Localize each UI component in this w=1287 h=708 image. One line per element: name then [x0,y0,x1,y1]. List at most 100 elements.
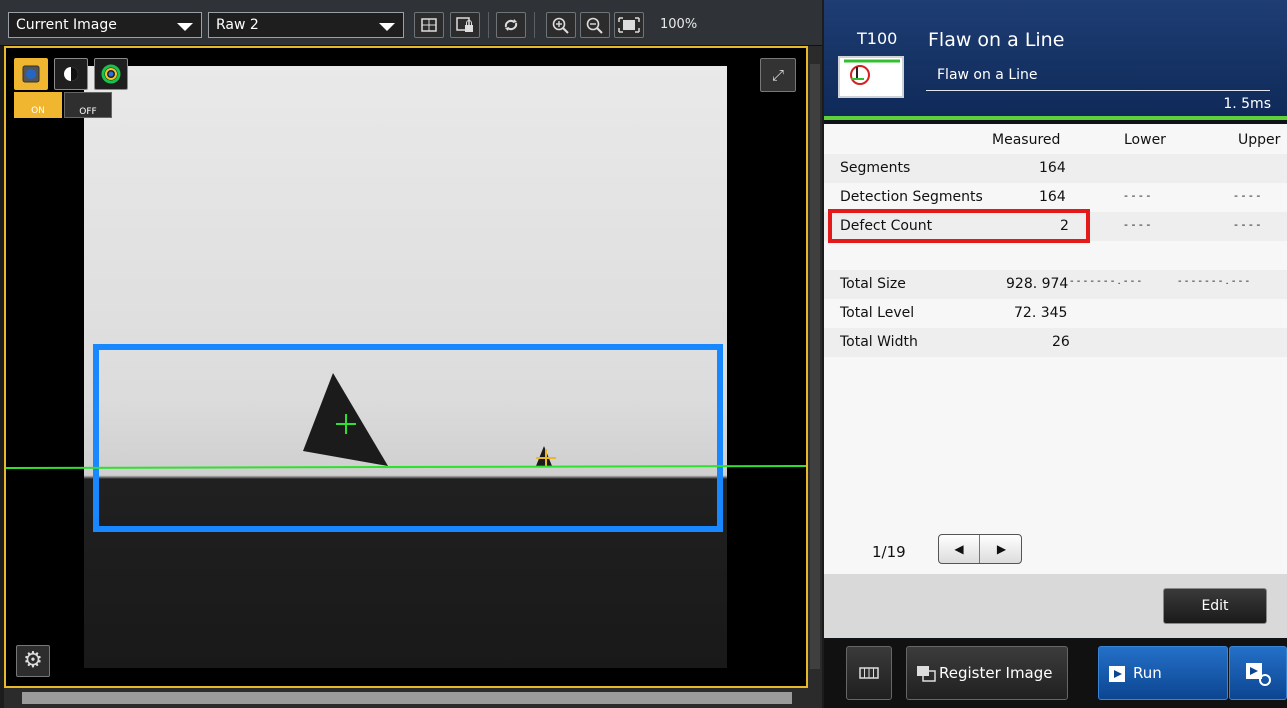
image-source-value: Current Image [16,17,117,33]
refresh-icon [504,19,518,31]
expand-icon: ⤢ [771,66,784,84]
tool-name: Flaw on a Line [928,29,1065,51]
arrow-left-icon: ◀ [954,542,964,556]
flaw-on-line-icon [844,59,900,85]
contrast-icon [64,67,78,81]
table-row[interactable]: Total Width 26 [824,328,1287,357]
image-mode-icon [22,65,40,83]
layout-icon [421,18,437,32]
detection-line [6,465,806,469]
row-label: Detection Segments [840,189,983,205]
row-label: Total Size [840,276,906,292]
color-ring-icon [101,64,121,84]
table-row[interactable]: Total Size 928. 974 - - - - - - - . - - … [824,270,1287,299]
row-lower: - - - - [1124,218,1151,231]
zoom-level: 100% [660,17,698,32]
zoom-in-icon [552,17,569,34]
chevron-down-icon [177,23,193,31]
display-mode-gray-button[interactable] [14,58,48,90]
result-panel: T100 Flaw on a Line Flaw on a Line 1. 5m… [824,0,1287,708]
register-image-icon [917,666,936,682]
run-button[interactable]: Run [1098,646,1228,700]
display-mode-color-button[interactable] [94,58,128,90]
processing-time: 1. 5ms [1223,96,1271,112]
edit-area: Edit [824,574,1287,638]
table-row[interactable]: Total Level 72. 345 [824,299,1287,328]
column-header-upper: Upper [1238,132,1281,148]
table-row[interactable]: Detection Segments 164 - - - - - - - - [824,183,1287,212]
previous-page-button[interactable]: ◀ [939,535,980,563]
display-mode-binary-button[interactable] [54,58,88,90]
image-viewport[interactable]: ON OFF ⤢ ⚙ [4,46,808,688]
results-table: Measured Lower Upper Segments 164 Detect… [824,124,1287,574]
image-source-select[interactable]: Current Image [8,12,202,38]
toolbar-divider [534,12,535,38]
image-toolbar: Current Image Raw 2 100% [0,0,822,46]
defect-count-highlight [828,209,1090,243]
camera-layout-button[interactable] [846,646,892,700]
image-channel-select[interactable]: Raw 2 [208,12,404,38]
refresh-button[interactable] [496,12,526,38]
row-lower: - - - - [1124,189,1151,202]
table-row[interactable]: Segments 164 [824,154,1287,183]
play-icon [1109,666,1125,682]
register-image-button[interactable]: Register Image [906,646,1068,700]
lock-layout-button[interactable] [450,12,480,38]
edit-button[interactable]: Edit [1163,588,1267,624]
fullscreen-button[interactable]: ⤢ [760,58,796,92]
graphics-off-label: OFF [79,107,97,117]
continuous-run-button[interactable] [1229,646,1287,700]
grid-icon [859,667,879,679]
row-upper: - - - - - - - . - - - [1178,276,1250,287]
row-measured: 72. 345 [1014,305,1068,321]
register-image-label: Register Image [939,664,1053,682]
graphics-on-label: ON [31,106,45,116]
row-upper: - - - - [1234,218,1261,231]
gear-icon: ⚙ [23,648,43,673]
row-lower: - - - - - - - . - - - [1070,276,1142,287]
toolbar-divider [488,12,489,38]
defect-overlay [93,344,723,532]
fit-to-window-icon [618,17,640,33]
layout-button[interactable] [414,12,444,38]
graphics-on-button[interactable]: ON [14,92,62,118]
region-of-interest-box[interactable] [93,344,723,532]
tool-thumbnail [838,56,904,98]
tool-subtitle: Flaw on a Line [937,67,1038,83]
row-label: Total Width [840,334,918,350]
chevron-down-icon [379,23,395,31]
run-label: Run [1133,664,1162,682]
row-measured: 26 [1052,334,1070,350]
tool-header: T100 Flaw on a Line Flaw on a Line 1. 5m… [824,0,1287,120]
run-repeat-icon [1246,663,1271,686]
row-measured: 164 [1039,160,1066,176]
column-header-lower: Lower [1124,132,1166,148]
fit-button[interactable] [614,12,644,38]
row-measured: 928. 974 [1006,276,1069,292]
zoom-in-button[interactable] [546,12,576,38]
image-channel-value: Raw 2 [216,17,259,33]
row-upper: - - - - [1234,189,1261,202]
column-header-measured: Measured [992,132,1061,148]
page-indicator: 1/19 [872,543,906,561]
action-bar: Register Image Run [824,640,1287,708]
settings-button[interactable]: ⚙ [16,645,50,677]
header-divider [926,90,1270,91]
tool-id: T100 [857,29,898,48]
scrollbar-thumb[interactable] [22,692,792,704]
row-label: Segments [840,160,911,176]
zoom-out-button[interactable] [580,12,610,38]
page-navigator: ◀ ▶ [938,534,1022,564]
row-label: Total Level [840,305,915,321]
vision-app: Current Image Raw 2 100% ON OFF ⤢ ⚙ T100… [0,0,1287,708]
zoom-out-icon [586,17,603,34]
vertical-scrollbar[interactable] [808,46,822,688]
lock-icon [456,17,473,32]
next-page-button[interactable]: ▶ [981,535,1022,563]
row-measured: 164 [1039,189,1066,205]
graphics-off-button[interactable]: OFF [64,92,112,118]
captured-image [84,66,727,668]
scrollbar-thumb[interactable] [810,64,820,669]
table-row [824,241,1287,270]
horizontal-scrollbar[interactable] [4,688,822,708]
